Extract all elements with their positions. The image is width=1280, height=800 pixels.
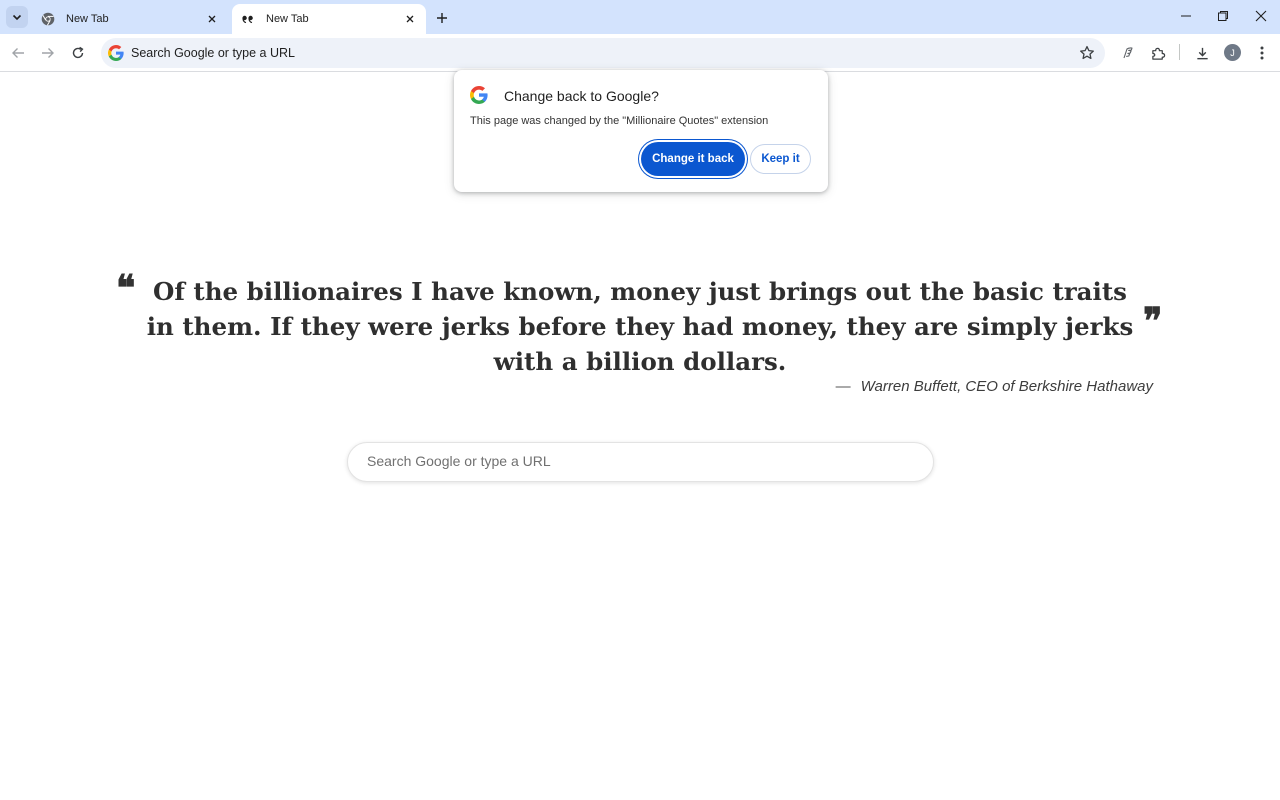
menu-button[interactable] [1251,42,1273,64]
three-dots-vertical-icon [1260,46,1264,60]
tab-search-button[interactable] [6,6,28,28]
keep-it-button[interactable]: Keep it [750,144,811,174]
restore-button[interactable] [1211,6,1235,26]
extension-pin-button[interactable] [1117,42,1139,64]
bookmark-star-icon[interactable] [1079,45,1095,61]
plus-icon [437,13,447,23]
page-search-input[interactable] [367,453,907,469]
tab-strip: New Tab New Tab [0,0,1280,34]
google-g-icon [470,86,488,104]
feather-extension-icon [1123,47,1133,59]
quote-text: Of the billionaires I have known, money … [146,277,1134,376]
author-name: Warren Buffett, CEO of Berkshire Hathawa… [860,378,1153,395]
arrow-left-icon [12,48,24,58]
chrome-icon [40,11,56,27]
quote-icon [240,11,256,27]
chevron-down-icon [12,14,22,21]
omnibox[interactable]: Search Google or type a URL [101,38,1105,68]
popup-title: Change back to Google? [504,88,659,104]
back-button[interactable] [7,42,29,64]
open-quote-mark: ❝ [116,267,136,309]
extensions-button[interactable] [1147,42,1169,64]
change-it-back-button[interactable]: Change it back [641,142,745,176]
reload-icon [72,46,84,59]
puzzle-icon [1151,47,1165,60]
tab-title: New Tab [266,13,309,25]
quote-author: — Warren Buffett, CEO of Berkshire Hathaw… [836,378,1153,395]
arrow-right-icon [42,48,54,58]
tab-new-tab-2[interactable]: New Tab [232,4,426,34]
toolbar: Search Google or type a URL [0,34,1280,72]
close-icon [1255,10,1267,22]
page-search-box[interactable] [347,442,934,482]
tab-new-tab-1[interactable]: New Tab [32,4,228,34]
close-icon[interactable] [204,11,220,27]
window-close-button[interactable] [1249,6,1273,26]
profile-avatar[interactable]: J [1224,44,1241,61]
popup-body: This page was changed by the "Millionair… [470,115,769,127]
omnibox-text: Search Google or type a URL [131,46,295,60]
forward-button[interactable] [37,42,59,64]
toolbar-separator [1179,44,1180,60]
new-tab-button[interactable] [432,8,452,28]
settings-change-popup: Change back to Google? This page was cha… [454,70,828,192]
restore-icon [1218,11,1228,21]
tab-title: New Tab [66,13,109,25]
downloads-button[interactable] [1191,42,1213,64]
close-icon[interactable] [402,11,418,27]
close-quote-mark: ❞ [1143,300,1163,342]
google-g-icon [108,45,124,61]
minimize-button[interactable] [1174,6,1198,26]
reload-button[interactable] [67,42,89,64]
author-dash: — [835,378,851,395]
download-icon [1196,47,1208,59]
minimize-icon [1181,15,1191,17]
